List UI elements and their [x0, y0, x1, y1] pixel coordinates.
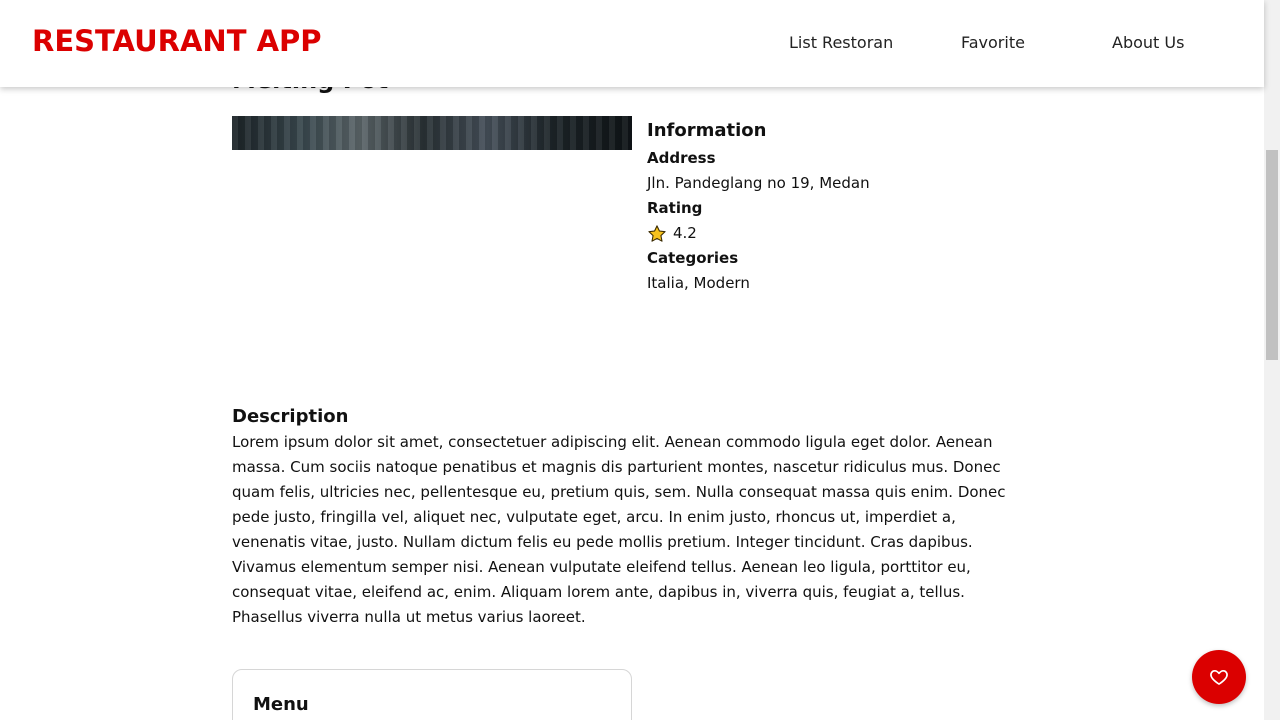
address-value: Jln. Pandeglang no 19, Medan: [647, 174, 870, 192]
rating-row: 4.2: [647, 221, 1027, 246]
page-scrollbar[interactable]: [1264, 0, 1280, 720]
scrollbar-thumb[interactable]: [1266, 150, 1278, 360]
restaurant-image-texture: [232, 116, 632, 150]
nav-link-favorite[interactable]: Favorite: [961, 33, 1025, 52]
information-heading: Information: [647, 120, 767, 141]
menu-card: Menu: [232, 669, 632, 720]
app-bar: RESTAURANT APP List Restoran Favorite Ab…: [0, 0, 1264, 87]
restaurant-description: Description Lorem ipsum dolor sit amet, …: [232, 404, 1032, 630]
categories-value: Italia, Modern: [647, 274, 750, 292]
favorite-button[interactable]: [1192, 650, 1246, 704]
nav-link-list-restoran[interactable]: List Restoran: [789, 33, 893, 52]
address-label: Address: [647, 149, 716, 167]
heart-icon: [1210, 670, 1228, 685]
description-heading: Description: [232, 406, 349, 427]
menu-heading: Menu: [253, 694, 309, 715]
rating-value: 4.2: [673, 224, 697, 242]
categories-label: Categories: [647, 249, 739, 267]
star-icon: [648, 224, 666, 242]
restaurant-information: Information Address Jln. Pandeglang no 1…: [647, 120, 1027, 296]
description-text: Lorem ipsum dolor sit amet, consectetuer…: [232, 433, 1006, 626]
restaurant-image: [232, 116, 632, 150]
app-brand[interactable]: RESTAURANT APP: [32, 24, 322, 58]
nav-link-about-us[interactable]: About Us: [1112, 33, 1184, 52]
rating-label: Rating: [647, 199, 703, 217]
